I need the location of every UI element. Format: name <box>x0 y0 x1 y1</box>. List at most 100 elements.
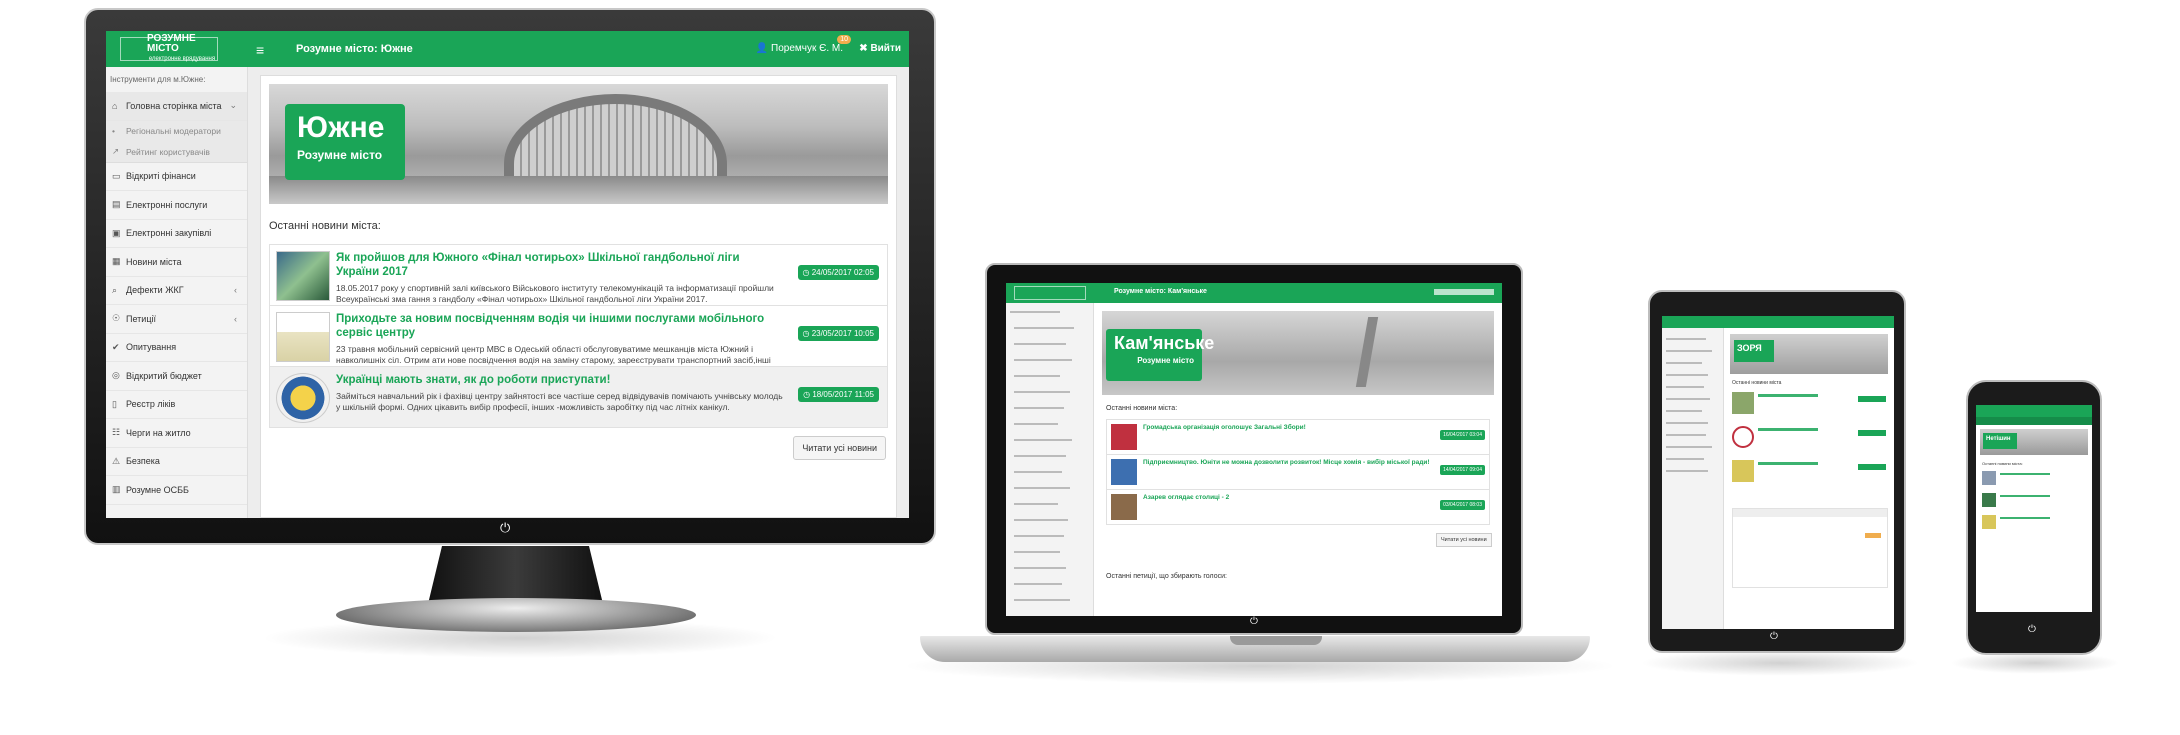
sidebar-item-defects[interactable]: ⌕ Дефекти ЖКГ ‹ <box>106 277 247 305</box>
news-list: Як пройшов для Южного «Фінал чотирьох» Ш… <box>269 244 888 428</box>
laptop-news-list: Громадська організація оголошує Загальні… <box>1106 419 1490 525</box>
sidebar-subitem-label: Рейтинг користувачів <box>126 146 210 157</box>
laptop-banner-monument <box>1355 317 1379 387</box>
news-date: ◷ 23/05/2017 10:05 <box>797 326 879 341</box>
laptop-notch <box>1230 636 1322 645</box>
monitor-base <box>336 598 696 632</box>
notification-badge[interactable]: 10 <box>837 35 851 44</box>
sidebar-item-label: Черги на житло <box>126 427 191 438</box>
sidebar-item-housing[interactable]: ☷ Черги на житло <box>106 419 247 448</box>
laptop-news-title[interactable]: Громадська організація оголошує Загальні… <box>1143 424 1485 431</box>
sidebar-item-label: Безпека <box>126 456 160 467</box>
main-content: Южне Розумне місто Останні новини міста:… <box>248 67 909 518</box>
laptop-read-all-button[interactable]: Читати усі новини <box>1436 533 1492 547</box>
tablet-sidebar <box>1662 328 1724 629</box>
laptop-sidebar-line <box>1014 519 1068 521</box>
phone-news-title[interactable] <box>2000 495 2050 497</box>
laptop-news-date: 14/04/2017 09:04 <box>1440 465 1485 475</box>
news-thumbnail <box>276 251 330 301</box>
phone-news-title[interactable] <box>2000 517 2050 519</box>
laptop-user-menu[interactable] <box>1434 289 1494 295</box>
laptop-news-item[interactable]: Підприємництво. Юніти не можна дозволити… <box>1106 454 1490 490</box>
sidebar-item-security[interactable]: ⚠ Безпека <box>106 448 247 476</box>
tablet-sidebar-line <box>1666 434 1706 436</box>
sidebar-item-label: Новини міста <box>126 256 182 267</box>
city-banner: Южне Розумне місто <box>269 84 888 204</box>
logout-label: Вийти <box>870 43 901 54</box>
laptop-sidebar-line <box>1014 343 1066 345</box>
phone-news-thumbnail <box>1982 471 1996 485</box>
laptop-news-item[interactable]: Азарев оглядає столиці - 2 03/04/2017 08… <box>1106 489 1490 525</box>
phone-news-title[interactable] <box>2000 473 2050 475</box>
laptop-sidebar-line <box>1014 407 1064 409</box>
laptop-news-item[interactable]: Громадська організація оголошує Загальні… <box>1106 419 1490 455</box>
tablet-news-title[interactable] <box>1758 394 1818 397</box>
sidebar-item-label: Реєстр ліків <box>126 399 176 410</box>
sidebar-item-label: Електронні послуги <box>126 199 208 210</box>
sidebar-item-medicine[interactable]: ▯ Реєстр ліків <box>106 391 247 419</box>
tablet-power-icon: ⏻ <box>1770 631 1778 642</box>
sidebar-item-osbb[interactable]: ▥ Розумне ОСББ <box>106 476 247 505</box>
read-all-news-button[interactable]: Читати усі новини <box>793 436 886 460</box>
tablet-sidebar-line <box>1666 338 1706 340</box>
user-menu[interactable]: 👤 Поремчук Є. М. <box>756 43 843 54</box>
medicine-icon: ▯ <box>112 398 117 409</box>
news-date-text: 18/05/2017 11:05 <box>812 390 874 399</box>
sidebar-item-news[interactable]: ▦ Новини міста <box>106 248 247 277</box>
news-item[interactable]: Українці мають знати, як до роботи прист… <box>269 366 888 428</box>
sidebar-item-label: Опитування <box>126 342 177 353</box>
laptop-sidebar-line <box>1014 359 1072 361</box>
hamburger-menu-icon[interactable]: ≡ <box>256 42 264 58</box>
chevron-left-icon: ‹ <box>234 285 237 296</box>
tablet-status-badge <box>1865 533 1881 538</box>
sidebar-item-polls[interactable]: ✔ Опитування <box>106 334 247 362</box>
tablet-sidebar-line <box>1666 446 1712 448</box>
sidebar-subitem-label: Регіональні модератори <box>126 126 221 136</box>
sidebar-subitem-moderators[interactable]: • Регіональні модератори <box>106 120 247 142</box>
phone-screen: Нетішин Останні новини міста: <box>1976 405 2092 612</box>
tablet-sidebar-line <box>1666 422 1708 424</box>
sidebar-item-petitions[interactable]: ☉ Петиції ‹ <box>106 305 247 334</box>
sidebar-item-label: Розумне ОСББ <box>126 484 189 495</box>
laptop-petitions-heading: Останні петиції, що збирають голоси: <box>1106 573 1227 580</box>
tablet-news-title[interactable] <box>1758 462 1818 465</box>
laptop-news-thumbnail <box>1111 424 1137 450</box>
tablet-sidebar-line <box>1666 458 1704 460</box>
sidebar-item-budget[interactable]: ◎ Відкритий бюджет <box>106 362 247 391</box>
laptop-news-title[interactable]: Азарев оглядає столиці - 2 <box>1143 494 1485 501</box>
sidebar-item-services[interactable]: ▤ Електронні послуги <box>106 191 247 220</box>
laptop-news-thumbnail <box>1111 459 1137 485</box>
banner-city: Южне <box>297 111 385 144</box>
news-title[interactable]: Приходьте за новим посвідченням водія чи… <box>336 312 785 340</box>
news-body: Займіться навчальний рік і фахівці центр… <box>336 391 783 412</box>
city-selector[interactable]: Розумне місто: Южне <box>296 43 413 55</box>
power-icon: ⏻ <box>500 520 511 535</box>
news-title[interactable]: Українці мають знати, як до роботи прист… <box>336 373 785 387</box>
sidebar-item-finance[interactable]: ▭ Відкриті фінанси <box>106 163 247 191</box>
sidebar-item-procurement[interactable]: ▣ Електронні закупівлі <box>106 220 247 248</box>
news-thumbnail <box>276 373 330 423</box>
news-title[interactable]: Як пройшов для Южного «Фінал чотирьох» Ш… <box>336 251 785 279</box>
laptop-city-selector[interactable]: Розумне місто: Кам'янське <box>1114 288 1207 295</box>
laptop-sidebar-line <box>1014 503 1058 505</box>
laptop-news-title[interactable]: Підприємництво. Юніти не можна дозволити… <box>1143 459 1485 466</box>
news-item[interactable]: Як пройшов для Южного «Фінал чотирьох» Ш… <box>269 244 888 306</box>
search-icon: ⌕ <box>112 284 118 295</box>
budget-icon: ◎ <box>112 370 120 381</box>
laptop-news-heading: Останні новини міста: <box>1106 405 1178 412</box>
sidebar-header: Інструменти для м.Южне: <box>110 75 206 84</box>
sidebar-subitem-rating[interactable]: ↗ Рейтинг користувачів <box>106 141 247 163</box>
top-navbar: РОЗУМНЕ МІСТО електронне врядування ≡ Ро… <box>106 31 909 67</box>
news-item[interactable]: Приходьте за новим посвідченням водія чи… <box>269 305 888 376</box>
app-logo[interactable]: РОЗУМНЕ МІСТО електронне врядування <box>120 33 218 62</box>
chevron-left-icon: ‹ <box>234 313 237 324</box>
logo-title: РОЗУМНЕ МІСТО <box>147 33 196 54</box>
news-heading: Останні новини міста: <box>269 220 381 232</box>
sidebar-item-home[interactable]: ⌂ Головна сторінка міста ⌄ <box>106 92 247 121</box>
laptop-navbar: Розумне місто: Кам'янське <box>1006 283 1502 303</box>
laptop-sidebar-line <box>1014 567 1066 569</box>
tablet-news-title[interactable] <box>1758 428 1818 431</box>
tablet-table-header <box>1733 509 1887 517</box>
logout-button[interactable]: ✖ Вийти <box>859 43 901 54</box>
tablet-news-date <box>1858 430 1886 436</box>
